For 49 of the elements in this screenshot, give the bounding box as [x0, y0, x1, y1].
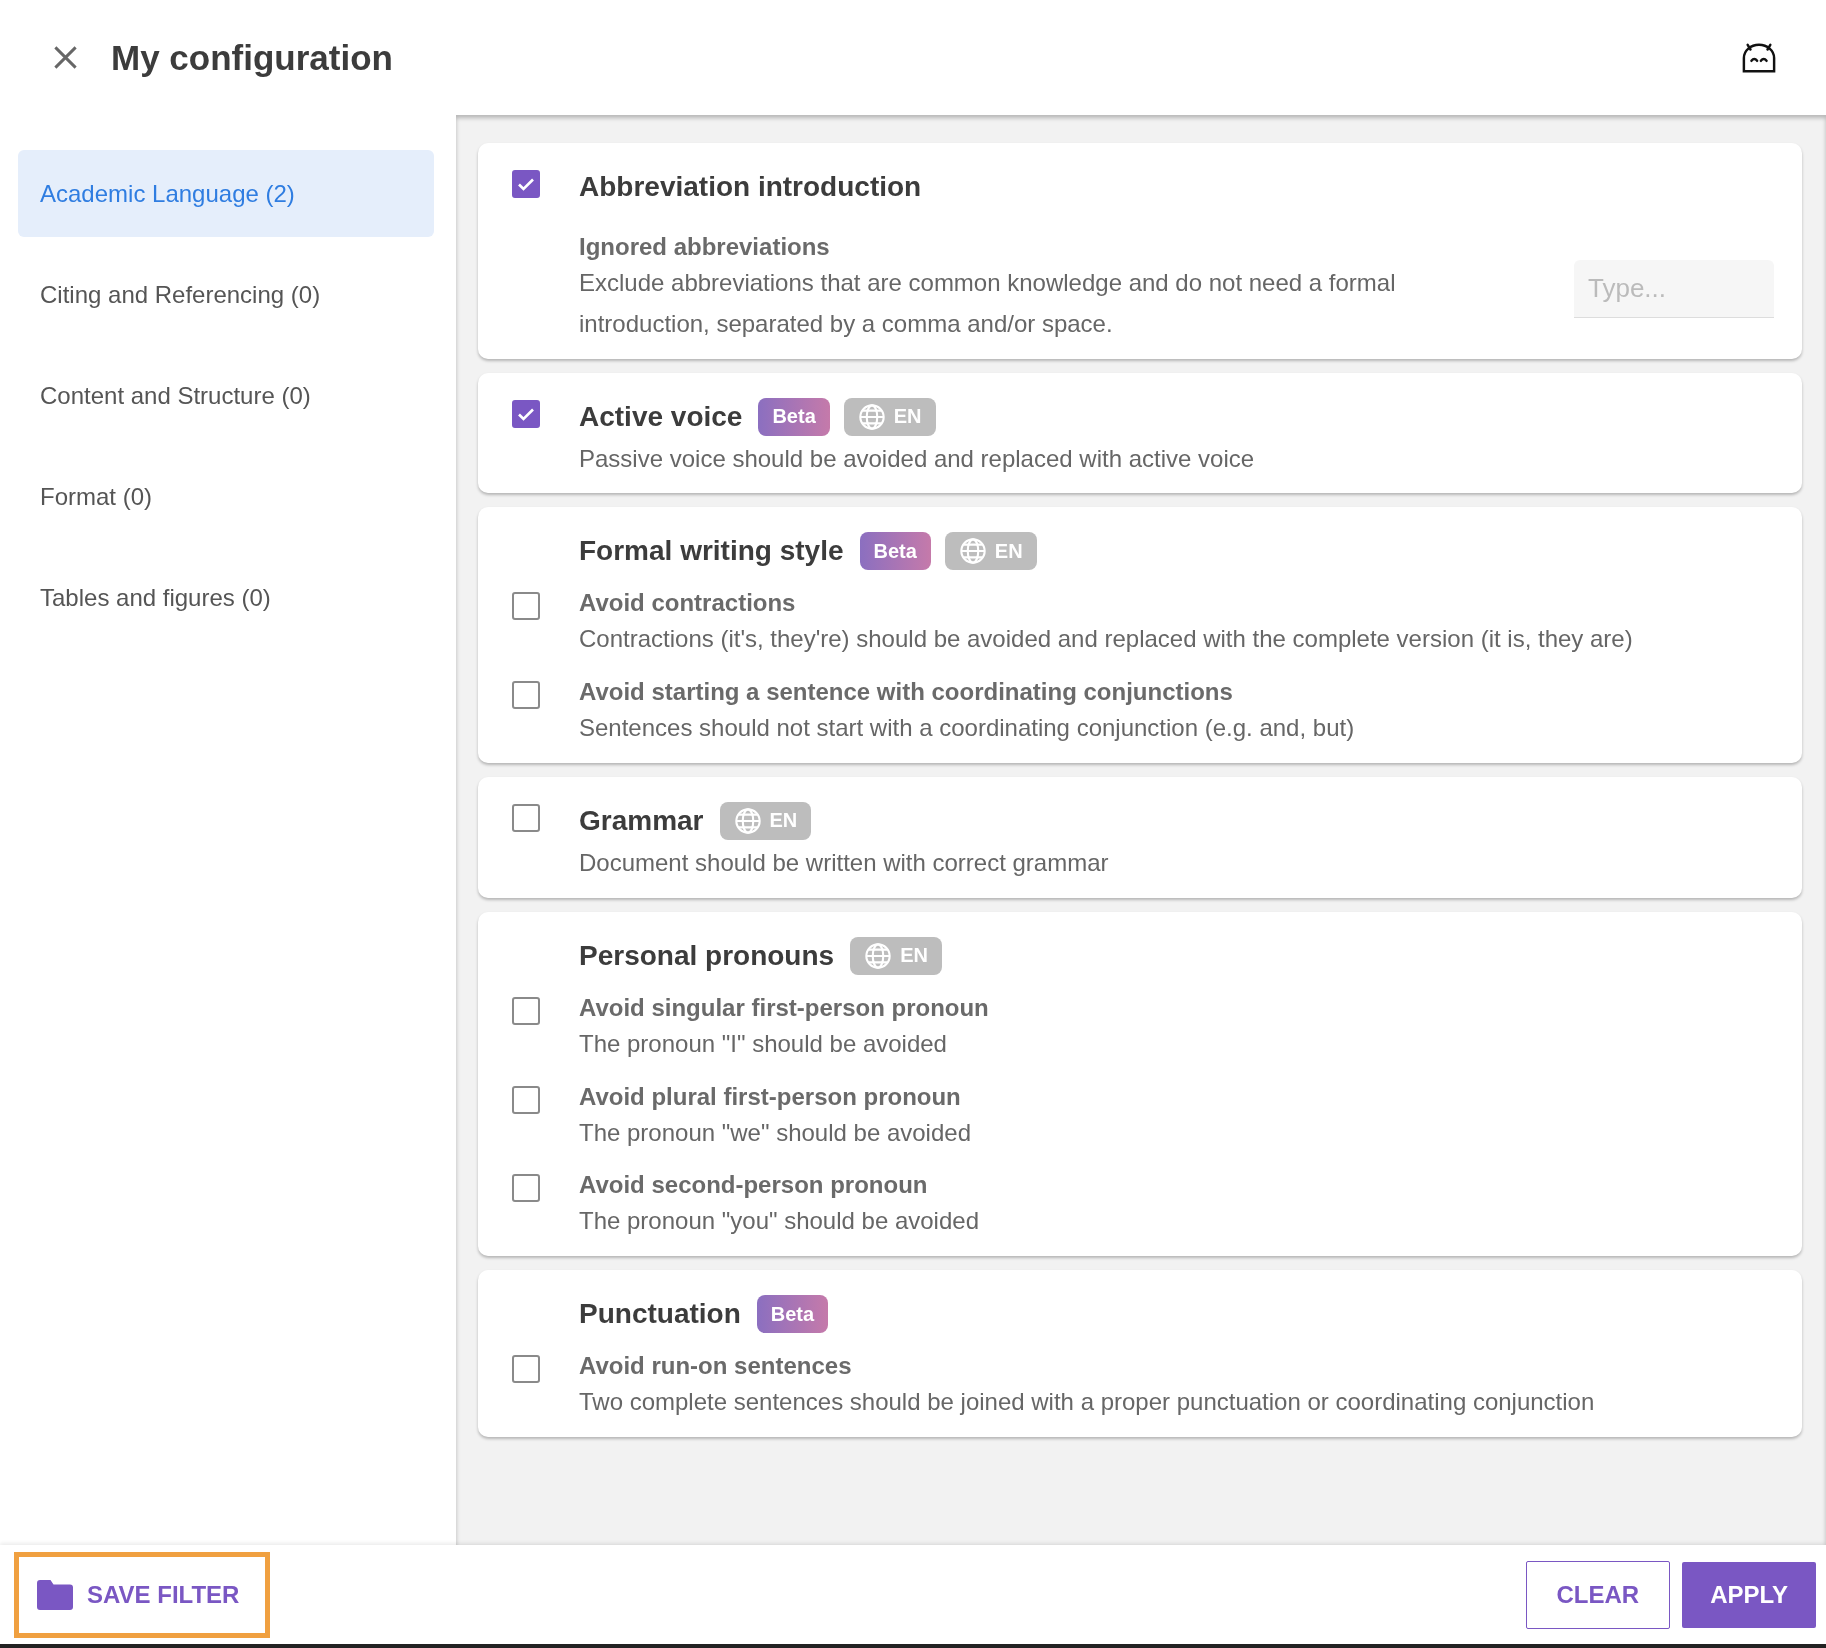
option-label: Avoid run-on sentences [579, 1352, 853, 1381]
rule-title: Grammar [579, 805, 704, 837]
option-label: Avoid starting a sentence with coordinating conjunctions [579, 678, 1234, 707]
checkbox[interactable] [512, 170, 540, 198]
checkbox[interactable] [512, 996, 540, 1025]
beta-badge: Beta [758, 397, 830, 436]
option-description: Two complete sentences should be joined with a proper punctuation or coordinating conjunction [579, 1387, 1596, 1418]
checkbox[interactable] [512, 399, 540, 428]
rule-title: Formal writing style [579, 535, 844, 568]
option-description: The pronoun "I" should be avoided [579, 1028, 948, 1059]
checkbox[interactable] [512, 1174, 540, 1203]
sidebar-item[interactable]: Content and Structure (0) [18, 352, 434, 439]
setting-label: Ignored abbreviations [579, 233, 831, 261]
beta-badge: Beta [756, 1295, 829, 1334]
language-badge: EN [850, 936, 942, 975]
language-badge: EN [719, 802, 812, 840]
dialog-title: My configuration [111, 37, 393, 78]
abbreviations-input[interactable]: Type... [1574, 259, 1774, 318]
rule-title: Punctuation [579, 1298, 741, 1331]
option-description: The pronoun "you" should be avoided [579, 1206, 980, 1237]
checkbox[interactable] [512, 592, 540, 621]
sidebar-item[interactable]: Format (0) [18, 453, 434, 540]
language-badge: EN [944, 532, 1037, 571]
sidebar-item[interactable]: Citing and Referencing (0) [18, 251, 434, 338]
option-description: Sentences should not start with a coordinating conjunction (e.g. and, but) [579, 713, 1356, 744]
option-label: Avoid contractions [579, 589, 797, 618]
option-label: Avoid singular first-person pronoun [579, 993, 990, 1022]
checkbox[interactable] [512, 1355, 540, 1384]
rule-title: Personal pronouns [579, 939, 835, 972]
checkbox[interactable] [512, 1085, 540, 1114]
rule-title: Active voice [579, 400, 743, 433]
apply-button[interactable]: APPLY [1682, 1561, 1816, 1628]
clear-button[interactable]: CLEAR [1525, 1560, 1671, 1629]
rule-description: Passive voice should be avoided and replaced with active voice [579, 443, 1256, 474]
checkbox[interactable] [512, 804, 540, 832]
setting-description: Exclude abbreviations that are common knowledge and do not need a formal introduction, separated by a comma and/or space. [579, 268, 1397, 339]
option-label: Avoid plural first-person pronoun [579, 1082, 962, 1111]
checkbox[interactable] [512, 681, 540, 710]
beta-badge: Beta [859, 532, 931, 571]
option-description: Contractions (it's, they're) should be avoided and replaced with the complete version (it is, they are) [579, 624, 1634, 655]
folder-icon [37, 1579, 73, 1610]
close-icon[interactable] [52, 44, 79, 71]
save-filter-button[interactable]: SAVE FILTER [14, 1551, 271, 1638]
language-badge: EN [843, 397, 936, 436]
option-description: The pronoun "we" should be avoided [579, 1117, 972, 1148]
rule-description: Document should be written with correct grammar [579, 848, 1110, 878]
option-label: Avoid second-person pronoun [579, 1171, 929, 1200]
rule-title: Abbreviation introduction [579, 171, 922, 203]
sidebar-item[interactable]: Tables and figures (0) [18, 554, 434, 641]
